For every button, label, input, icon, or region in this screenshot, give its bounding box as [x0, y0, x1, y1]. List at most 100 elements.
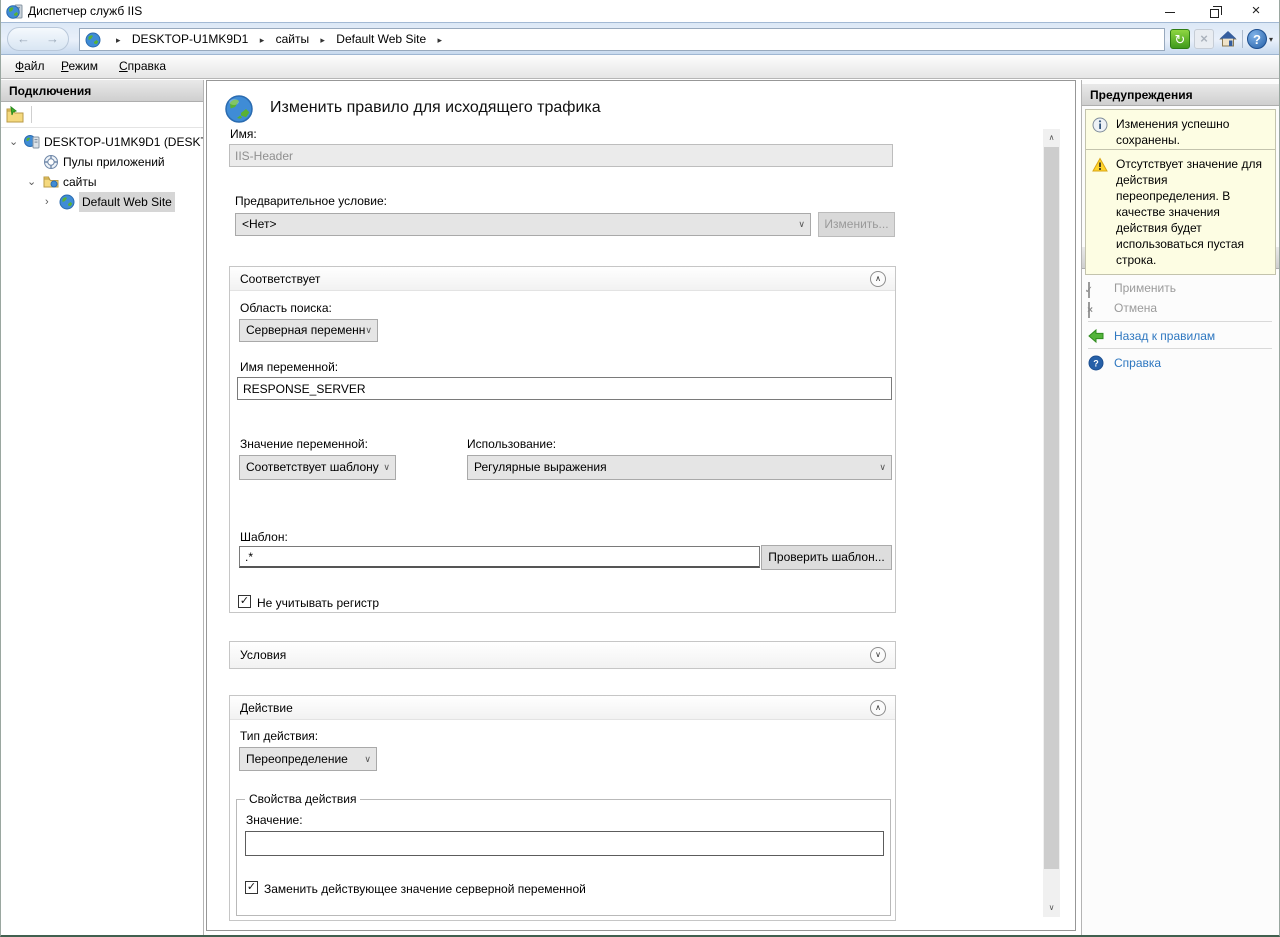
sites-folder-icon — [43, 174, 59, 190]
action-section-title: Действие — [240, 701, 293, 715]
collapse-icon[interactable]: ⌄ — [27, 172, 39, 192]
variable-name-input[interactable] — [237, 377, 892, 400]
close-button[interactable]: × — [1239, 0, 1273, 22]
name-label: Имя: — [230, 127, 257, 141]
breadcrumb-arrow-icon: ▸ — [437, 30, 442, 51]
ignore-case-checkbox[interactable]: ✓ — [238, 595, 251, 608]
breadcrumb[interactable]: ▸ DESKTOP-U1MK9D1 ▸ сайты ▸ Default Web … — [79, 28, 1165, 51]
menu-help-accel: С — [119, 59, 128, 73]
tree-item-label-selected: Default Web Site — [79, 192, 175, 212]
restore-button[interactable] — [1197, 0, 1231, 22]
app-pools-icon — [43, 154, 59, 170]
breadcrumb-site[interactable]: Default Web Site — [336, 29, 426, 50]
conditions-section-header[interactable]: Условия ∨ — [230, 642, 895, 668]
refresh-icon[interactable]: ↻ — [1170, 29, 1190, 49]
collapse-icon[interactable]: ⌄ — [9, 132, 21, 152]
edit-precondition-button: Изменить... — [818, 212, 895, 237]
using-value: Регулярные выражения — [474, 460, 607, 474]
action-type-label: Тип действия: — [240, 729, 318, 743]
help-caret-icon[interactable]: ▾ — [1269, 35, 1273, 44]
home-icon[interactable] — [1218, 29, 1238, 49]
collapse-section-icon[interactable]: ∧ — [870, 700, 886, 716]
replace-label: Заменить действующее значение серверной … — [264, 882, 586, 896]
menu-file-accel: Ф — [15, 59, 24, 73]
action-cancel-label: Отмена — [1114, 298, 1157, 318]
action-apply-label: Применить — [1114, 278, 1176, 298]
right-panel: Предупреждения Изменения успешно сохране… — [1081, 80, 1280, 937]
scope-select[interactable]: Серверная переменн ∨ — [239, 319, 378, 342]
back-arrow-icon — [1088, 328, 1104, 344]
toolbar-separator — [31, 106, 32, 123]
alerts-header: Предупреждения — [1082, 84, 1280, 106]
checkmark-icon: ✓ — [247, 881, 256, 893]
match-section-title: Соответствует — [240, 272, 320, 286]
action-section-header[interactable]: Действие ∧ — [230, 696, 895, 720]
test-pattern-button[interactable]: Проверить шаблон... — [761, 545, 892, 570]
expand-icon[interactable]: › — [45, 192, 57, 212]
page-globe-icon — [224, 94, 254, 124]
replace-checkbox[interactable]: ✓ — [245, 881, 258, 894]
collapse-section-icon[interactable]: ∧ — [870, 271, 886, 287]
operation-select[interactable]: Соответствует шаблону ∨ — [239, 455, 396, 480]
precondition-select[interactable]: <Нет> ∨ — [235, 213, 811, 236]
forward-icon[interactable]: → — [46, 31, 59, 46]
scroll-down-icon[interactable]: ∨ — [1043, 899, 1060, 917]
iis-manager-window: Диспетчер служб IIS × ← → ▸ DESKTOP-U1MK… — [0, 0, 1280, 937]
match-section: Соответствует ∧ Область поиска: Серверна… — [229, 266, 896, 613]
scroll-up-icon[interactable]: ∧ — [1043, 129, 1060, 147]
menu-bar: Файл Режим Справка — [1, 55, 1280, 79]
feature-view: Изменить правило для исходящего трафика … — [206, 80, 1076, 931]
breadcrumb-track: ▸ DESKTOP-U1MK9D1 ▸ сайты ▸ Default Web … — [108, 29, 450, 50]
action-back-label: Назад к правилам — [1114, 326, 1215, 346]
chevron-down-icon: ∨ — [365, 320, 372, 341]
tree-item-server[interactable]: ⌄ DESKTOP-U1MK9D1 (DESKTOP — [1, 132, 203, 152]
operation-label: Значение переменной: — [240, 437, 368, 451]
stop-icon: × — [1194, 29, 1214, 49]
main-scrollbar[interactable]: ∧ ∨ — [1043, 129, 1060, 917]
alert-warning: Отсутствует значение для действия переоп… — [1085, 149, 1276, 275]
scope-label: Область поиска: — [240, 301, 332, 315]
expand-section-icon[interactable]: ∨ — [870, 647, 886, 663]
back-icon[interactable]: ← — [17, 31, 30, 46]
help-icon[interactable]: ? — [1247, 29, 1267, 49]
conditions-section: Условия ∨ — [229, 641, 896, 669]
title-bar: Диспетчер служб IIS × — [1, 0, 1280, 22]
tree-item-app-pools[interactable]: Пулы приложений — [1, 152, 203, 172]
toolbar-separator — [1242, 30, 1243, 48]
breadcrumb-sites[interactable]: сайты — [276, 29, 310, 50]
chevron-down-icon: ∨ — [798, 214, 805, 235]
menu-help[interactable]: Справка — [119, 59, 166, 73]
using-label: Использование: — [467, 437, 556, 451]
new-connection-icon[interactable] — [6, 106, 24, 124]
connections-toolbar — [1, 102, 203, 128]
menu-mode[interactable]: Режим — [61, 59, 98, 73]
breadcrumb-server[interactable]: DESKTOP-U1MK9D1 — [132, 29, 248, 50]
operation-value: Соответствует шаблону — [246, 460, 379, 474]
help-circle-icon: ? — [1088, 355, 1104, 371]
action-type-select[interactable]: Переопределение ∨ — [239, 747, 377, 771]
address-bar: ← → ▸ DESKTOP-U1MK9D1 ▸ сайты ▸ Default … — [1, 22, 1280, 55]
tree-item-default-web-site[interactable]: › Default Web Site — [1, 192, 203, 212]
value-input[interactable] — [245, 831, 884, 856]
action-section: Действие ∧ Тип действия: Переопределение… — [229, 695, 896, 921]
menu-file[interactable]: Файл — [15, 59, 45, 73]
scrollbar-thumb[interactable] — [1044, 147, 1059, 869]
checkmark-icon: ✓ — [240, 595, 249, 607]
scope-value: Серверная переменн — [246, 323, 365, 337]
precondition-value: <Нет> — [242, 217, 276, 231]
conditions-section-title: Условия — [240, 648, 286, 662]
tree-item-label: сайты — [63, 172, 97, 192]
match-section-header[interactable]: Соответствует ∧ — [230, 267, 895, 291]
info-icon — [1092, 117, 1108, 133]
tree-item-label: DESKTOP-U1MK9D1 (DESKTOP — [44, 132, 203, 152]
connections-panel: Подключения ⌄ DESKTOP-U1MK9D1 (DESKTOP — [1, 80, 204, 937]
variable-name-label: Имя переменной: — [240, 360, 338, 374]
site-globe-icon — [59, 194, 75, 210]
iis-app-icon — [6, 3, 23, 20]
minimize-button[interactable] — [1153, 0, 1187, 22]
pattern-input[interactable] — [239, 546, 760, 568]
value-label: Значение: — [246, 813, 303, 827]
using-select[interactable]: Регулярные выражения ∨ — [467, 455, 892, 480]
tree-item-sites[interactable]: ⌄ сайты — [1, 172, 203, 192]
chevron-down-icon: ∨ — [879, 456, 886, 479]
